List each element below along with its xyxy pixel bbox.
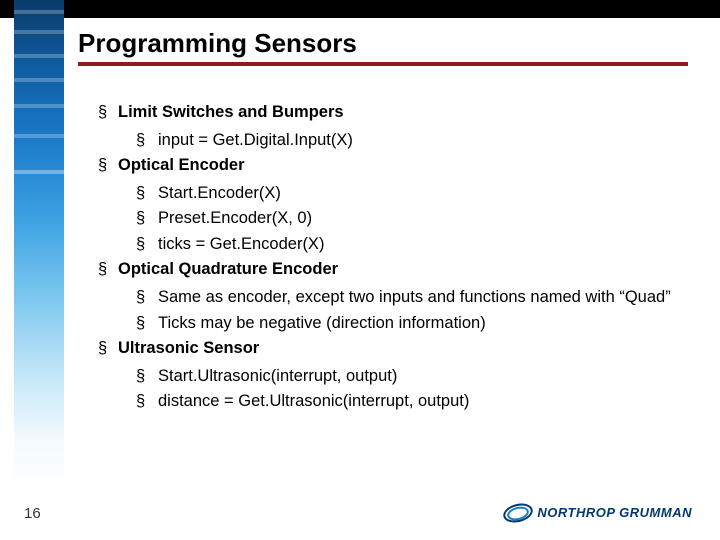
side-tick	[14, 30, 64, 34]
page-number: 16	[24, 505, 41, 522]
brand-name: NORTHROP GRUMMAN	[537, 505, 692, 520]
bullet-l2: §Ticks may be negative (direction inform…	[136, 311, 678, 337]
bullet-sub: ticks = Get.Encoder(X)	[158, 232, 324, 258]
bullet-sub: distance = Get.Ultrasonic(interrupt, out…	[158, 389, 469, 415]
square-bullet-icon: §	[136, 181, 158, 207]
bullet-l2: §distance = Get.Ultrasonic(interrupt, ou…	[136, 389, 678, 415]
side-tick	[14, 170, 64, 174]
square-bullet-icon: §	[136, 206, 158, 232]
square-bullet-icon: §	[98, 153, 118, 179]
bullet-label: Optical Encoder	[118, 153, 245, 179]
bullet-sub: Preset.Encoder(X, 0)	[158, 206, 312, 232]
bullet-label: Limit Switches and Bumpers	[118, 100, 344, 126]
square-bullet-icon: §	[98, 257, 118, 283]
bullet-l2: §input = Get.Digital.Input(X)	[136, 128, 678, 154]
bullet-l2: §ticks = Get.Encoder(X)	[136, 232, 678, 258]
square-bullet-icon: §	[98, 336, 118, 362]
bullet-sub: input = Get.Digital.Input(X)	[158, 128, 353, 154]
square-bullet-icon: §	[136, 128, 158, 154]
top-stripe	[0, 0, 720, 18]
square-bullet-icon: §	[136, 389, 158, 415]
bullet-sub: Same as encoder, except two inputs and f…	[158, 285, 671, 311]
bullet-l1: §Ultrasonic Sensor	[98, 336, 678, 362]
bullet-content: §Limit Switches and Bumpers §input = Get…	[98, 100, 678, 415]
brand-logo: NORTHROP GRUMMAN	[501, 502, 692, 522]
bullet-sub: Start.Ultrasonic(interrupt, output)	[158, 364, 397, 390]
square-bullet-icon: §	[136, 311, 158, 337]
bullet-l1: §Optical Encoder	[98, 153, 678, 179]
side-tick	[14, 10, 64, 14]
bullet-sub: Start.Encoder(X)	[158, 181, 281, 207]
bullet-l2: §Preset.Encoder(X, 0)	[136, 206, 678, 232]
side-tick	[14, 104, 64, 108]
side-tick	[14, 54, 64, 58]
title-underline	[78, 62, 688, 66]
side-tick	[14, 134, 64, 138]
bullet-l2: §Start.Ultrasonic(interrupt, output)	[136, 364, 678, 390]
square-bullet-icon: §	[136, 364, 158, 390]
bullet-l1: §Optical Quadrature Encoder	[98, 257, 678, 283]
bullet-l2: §Start.Encoder(X)	[136, 181, 678, 207]
square-bullet-icon: §	[136, 232, 158, 258]
bullet-label: Optical Quadrature Encoder	[118, 257, 338, 283]
slide-title: Programming Sensors	[78, 28, 357, 59]
bullet-label: Ultrasonic Sensor	[118, 336, 259, 362]
square-bullet-icon: §	[98, 100, 118, 126]
square-bullet-icon: §	[136, 285, 158, 311]
slide: Programming Sensors §Limit Switches and …	[0, 0, 720, 540]
side-tick	[14, 78, 64, 82]
bullet-l1: §Limit Switches and Bumpers	[98, 100, 678, 126]
bullet-l2: §Same as encoder, except two inputs and …	[136, 285, 678, 311]
bullet-sub: Ticks may be negative (direction informa…	[158, 311, 486, 337]
logo-orbit-icon	[501, 502, 533, 522]
